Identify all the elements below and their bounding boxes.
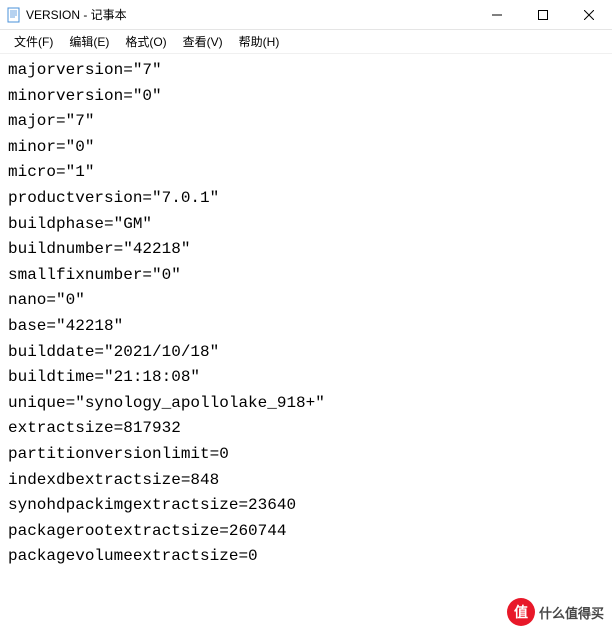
watermark-text: 什么值得买 [539,603,604,622]
text-content[interactable]: majorversion="7" minorversion="0" major=… [0,54,612,634]
menu-edit[interactable]: 编辑(E) [61,31,117,52]
watermark: 值 什么值得买 [507,598,604,626]
minimize-button[interactable] [474,0,520,29]
menu-help[interactable]: 帮助(H) [231,31,288,52]
watermark-icon: 值 [507,598,535,626]
close-button[interactable] [566,0,612,29]
menu-view[interactable]: 查看(V) [175,31,231,52]
notepad-icon [6,7,22,23]
menu-file[interactable]: 文件(F) [6,31,61,52]
menu-format[interactable]: 格式(O) [117,31,174,52]
window-controls [474,0,612,29]
window-title: VERSION - 记事本 [26,6,474,23]
titlebar: VERSION - 记事本 [0,0,612,30]
menubar: 文件(F) 编辑(E) 格式(O) 查看(V) 帮助(H) [0,30,612,54]
maximize-button[interactable] [520,0,566,29]
